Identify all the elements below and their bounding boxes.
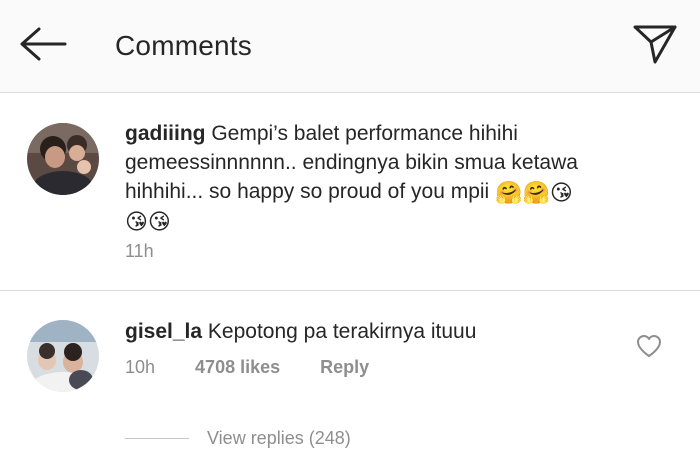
caption-comment: gadiiing Gempi’s balet performance hihih… [0, 93, 700, 291]
caption-meta: 11h [125, 241, 154, 262]
caption-text-line: gemeessinnnnnn.. endingnya bikin smua ke… [125, 151, 578, 174]
avatar[interactable] [27, 123, 99, 195]
reply-button[interactable]: Reply [320, 357, 369, 378]
caption-text-block: gadiiing Gempi’s balet performance hihih… [125, 119, 645, 235]
caption-text-line: hihhihi... so happy so proud of you mpii [125, 180, 496, 203]
likes-count-link[interactable]: 4708 likes [195, 357, 280, 378]
comment-text: Kepotong pa terakirnya ituuu [202, 320, 477, 343]
paper-plane-icon [632, 23, 678, 70]
arrow-left-icon [17, 26, 67, 67]
comment-username[interactable]: gisel_la [125, 320, 202, 343]
page-title: Comments [115, 30, 252, 61]
back-button[interactable] [14, 24, 70, 68]
share-button[interactable] [630, 22, 680, 70]
caption-username[interactable]: gadiiing [125, 122, 206, 145]
hug-kiss-emoji-group: 🤗🤗😘 [495, 181, 573, 206]
view-replies-label: View replies (248) [207, 428, 351, 448]
comment-timestamp: 10h [125, 357, 156, 377]
replies-divider-line [125, 438, 189, 439]
caption-timestamp: 11h [125, 241, 154, 261]
like-button[interactable] [634, 333, 664, 363]
header-bar: Comments [0, 0, 700, 93]
view-replies-button[interactable]: View replies (248) [125, 428, 351, 449]
kiss-emoji-group: 😘😘 [125, 210, 171, 235]
comment-text-block: gisel_la Kepotong pa terakirnya ituuu [125, 317, 615, 346]
heart-outline-icon [636, 334, 662, 363]
comment-meta: 10h 4708 likes Reply [125, 357, 369, 378]
caption-text-line: Gempi’s balet performance hihihi [205, 122, 518, 145]
avatar[interactable] [27, 320, 99, 392]
